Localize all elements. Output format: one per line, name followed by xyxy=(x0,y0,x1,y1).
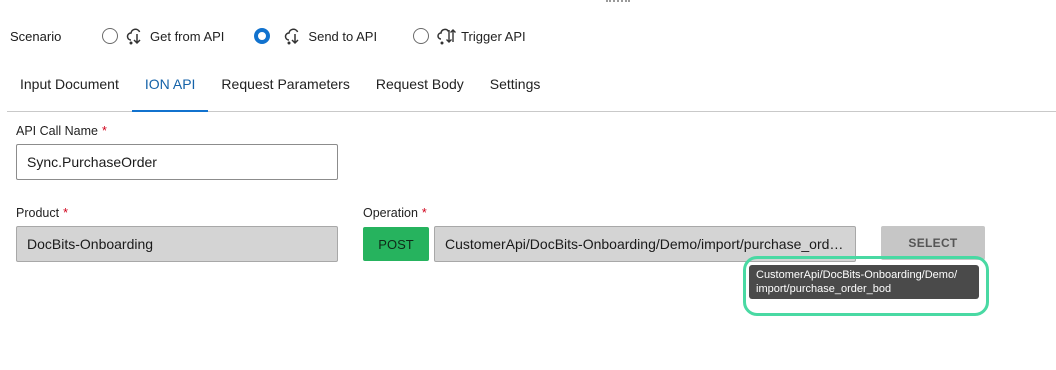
api-call-name-label: API Call Name * xyxy=(16,124,107,138)
operation-label: Operation * xyxy=(363,206,427,220)
radio-trigger-api[interactable] xyxy=(413,28,430,44)
tooltip-line-1: CustomerApi/DocBits-Onboarding/Demo/ xyxy=(756,269,958,281)
product-field: DocBits-Onboarding xyxy=(16,226,338,262)
scenario-option-trigger-api[interactable]: Trigger API xyxy=(413,26,526,46)
option-label: Send to API xyxy=(308,28,378,44)
tab-input-document[interactable]: Input Document xyxy=(7,70,132,111)
scenario-option-send-to-api[interactable]: Send to API xyxy=(254,26,377,46)
option-label: Trigger API xyxy=(461,28,526,44)
tab-ion-api[interactable]: ION API xyxy=(131,70,209,112)
required-asterisk: * xyxy=(63,206,68,220)
cloud-sync-icon xyxy=(437,26,457,46)
product-label-text: Product xyxy=(16,206,60,220)
required-asterisk: * xyxy=(101,124,107,138)
radio-get-from-api[interactable] xyxy=(102,28,118,44)
scenario-option-get-from-api[interactable]: Get from API xyxy=(102,26,224,46)
cloud-upload-icon xyxy=(284,26,304,46)
http-method-badge: POST xyxy=(363,227,429,261)
scenario-label: Scenario xyxy=(10,28,62,44)
tab-settings[interactable]: Settings xyxy=(477,70,554,111)
operation-label-text: Operation xyxy=(363,206,418,220)
required-asterisk: * xyxy=(421,206,427,220)
option-label: Get from API xyxy=(150,28,225,44)
tab-request-body[interactable]: Request Body xyxy=(363,70,477,111)
operation-path-tooltip: CustomerApi/DocBits-Onboarding/Demo/ imp… xyxy=(749,265,979,299)
tab-bar: Input Document ION API Request Parameter… xyxy=(7,70,1056,112)
tooltip-line-2: import/purchase_order_bod xyxy=(756,283,892,295)
top-edge-mark xyxy=(606,0,630,2)
cloud-download-icon xyxy=(126,26,146,46)
select-button[interactable]: SELECT xyxy=(881,226,985,260)
tab-request-parameters[interactable]: Request Parameters xyxy=(208,70,362,111)
product-label: Product * xyxy=(16,206,68,220)
api-call-name-input[interactable]: Sync.PurchaseOrder xyxy=(16,144,338,180)
scenario-row: Scenario Get from API Send to API Trigge… xyxy=(10,24,556,48)
radio-send-to-api[interactable] xyxy=(254,28,271,44)
api-call-name-label-text: API Call Name xyxy=(16,124,98,138)
